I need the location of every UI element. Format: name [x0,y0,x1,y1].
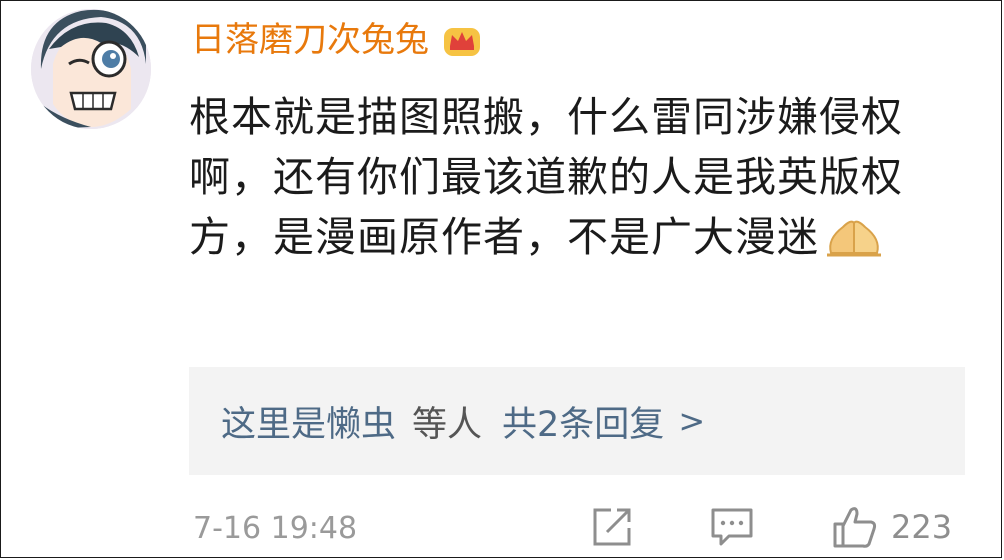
reply-action-text: 等人 [412,404,483,445]
comment-card: 日落磨刀次兔兔 根本就是描图照搬，什么雷同涉嫌侵权啊，还有你们最该道歉的人是我英… [0,0,1002,558]
username[interactable]: 日落磨刀次兔兔 [191,23,429,57]
avatar[interactable] [31,9,151,129]
username-row: 日落磨刀次兔兔 [191,15,483,65]
share-button[interactable] [591,501,635,553]
likes-count: 223 [891,508,953,546]
praying-hands-icon [823,213,885,259]
comment-button[interactable] [709,501,755,553]
reply-count-link[interactable]: 共2条回复 [502,396,664,447]
comment-text: 根本就是描图照搬，什么雷同涉嫌侵权啊，还有你们最该道歉的人是我英版权方，是漫画原… [189,87,959,267]
thumbs-up-icon [833,507,877,548]
anime-avatar-icon [31,9,151,129]
like-button[interactable]: 223 [831,501,952,553]
share-icon [593,508,631,546]
crown-icon [441,20,483,60]
reply-username[interactable]: 这里是懒虫 [221,396,396,447]
comment-icon [711,508,753,546]
timestamp: 7-16 19:48 [193,510,358,546]
chevron-right-icon: > [678,402,706,440]
replies-preview[interactable]: 这里是懒虫 等人 共2条回复 > [189,367,965,475]
comment-body: 根本就是描图照搬，什么雷同涉嫌侵权啊，还有你们最该道歉的人是我英版权方，是漫画原… [189,93,903,261]
